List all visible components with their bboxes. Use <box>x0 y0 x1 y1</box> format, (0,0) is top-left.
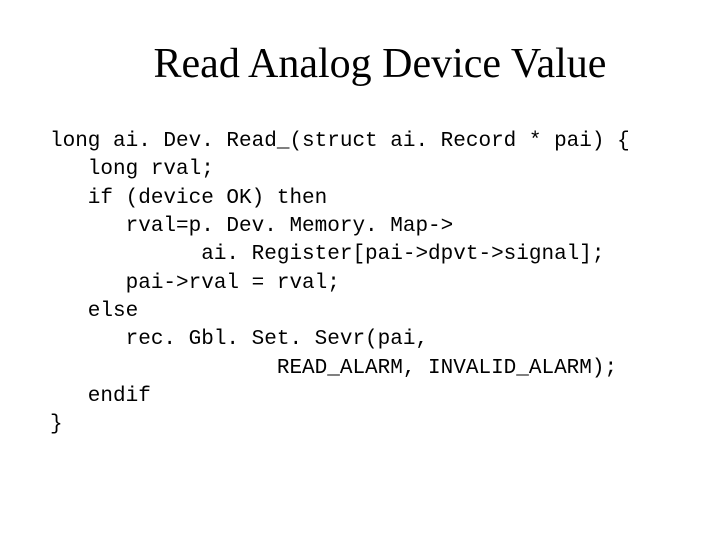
code-line: rec. Gbl. Set. Sevr(pai, <box>50 328 428 351</box>
code-line: else <box>50 300 138 323</box>
code-line: long rval; <box>50 158 214 181</box>
code-line: pai->rval = rval; <box>50 272 340 295</box>
code-line: READ_ALARM, INVALID_ALARM); <box>50 357 617 380</box>
code-block: long ai. Dev. Read_(struct ai. Record * … <box>50 128 680 440</box>
slide-title: Read Analog Device Value <box>40 40 680 88</box>
code-line: rval=p. Dev. Memory. Map-> <box>50 215 453 238</box>
slide: Read Analog Device Value long ai. Dev. R… <box>0 0 720 540</box>
code-line: } <box>50 413 63 436</box>
code-line: if (device OK) then <box>50 187 327 210</box>
code-line: endif <box>50 385 151 408</box>
code-line: ai. Register[pai->dpvt->signal]; <box>50 243 605 266</box>
code-line: long ai. Dev. Read_(struct ai. Record * … <box>50 130 630 153</box>
